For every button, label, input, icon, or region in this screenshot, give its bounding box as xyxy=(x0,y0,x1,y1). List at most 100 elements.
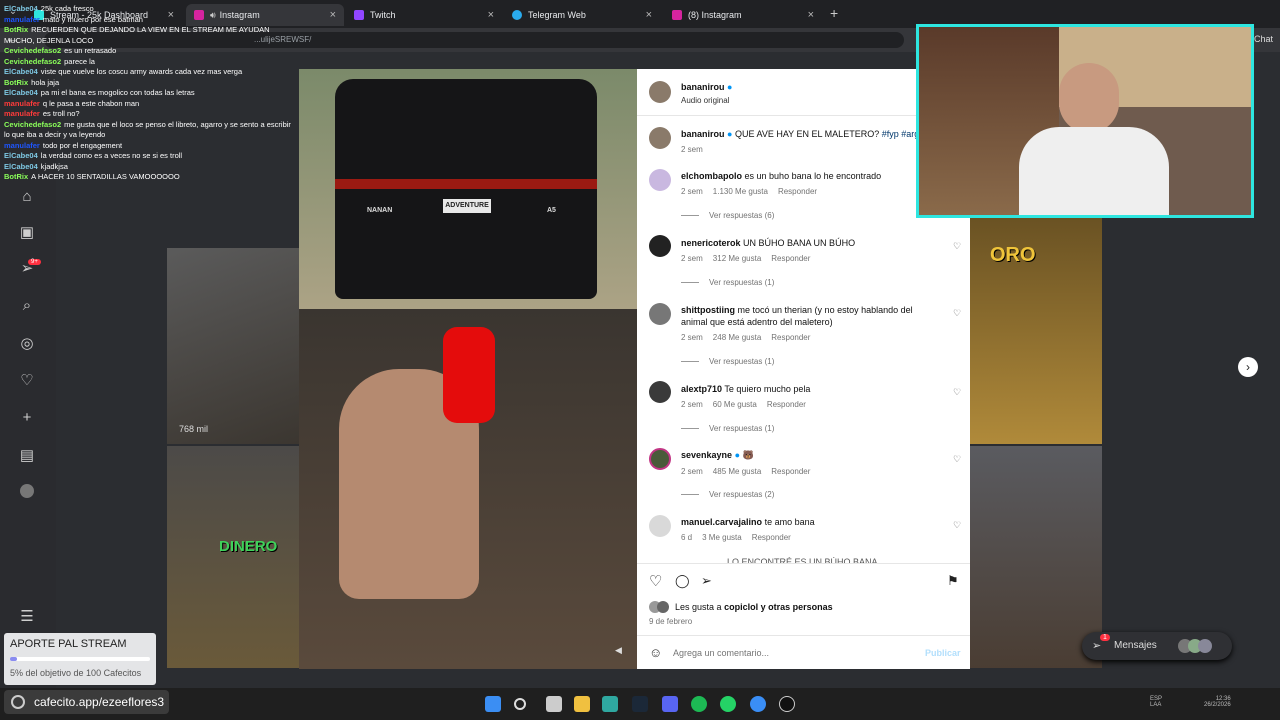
chat-text: viste que vuelve los coscu army awards c… xyxy=(40,67,243,76)
edge-icon[interactable] xyxy=(602,696,618,712)
post-date: 9 de febrero xyxy=(649,617,693,626)
avatar[interactable] xyxy=(649,81,671,103)
clock[interactable]: 12:36 26/2/2026 xyxy=(1204,696,1231,708)
chat-message: manulafer todo por el engagement xyxy=(4,141,294,152)
avatar[interactable] xyxy=(649,303,671,325)
dashboard-icon[interactable]: ▤ xyxy=(18,447,36,465)
obs-icon[interactable] xyxy=(779,696,795,712)
chat-text: kjadkjsa xyxy=(40,161,68,171)
like-icon[interactable]: ♡ xyxy=(952,454,962,464)
mute-icon[interactable]: ◀ xyxy=(615,645,622,656)
reply-link[interactable]: Responder xyxy=(771,333,810,342)
emoji-icon[interactable]: ☺ xyxy=(649,645,662,660)
likes-summary[interactable]: Les gusta a copiclol y otras personas xyxy=(675,602,833,612)
tab-twitch[interactable]: Twitch × xyxy=(346,4,502,26)
publish-button[interactable]: Publicar xyxy=(925,648,961,658)
menu-icon[interactable]: ☰ xyxy=(18,608,36,626)
post-author[interactable]: bananirou ● xyxy=(681,82,732,92)
like-icon[interactable]: ♡ xyxy=(952,308,962,318)
windows-start-icon[interactable] xyxy=(485,696,501,712)
view-replies-link[interactable]: Ver respuestas (1) xyxy=(681,357,774,366)
language-indicator[interactable]: ESP LAA xyxy=(1150,696,1162,708)
chat-text: es troll no? xyxy=(42,109,80,118)
avatar[interactable] xyxy=(649,381,671,403)
comment-text: sevenkayne ● 🐻 xyxy=(681,450,754,460)
chat-message: ElCabe04 la verdad como es a veces no se … xyxy=(4,151,294,162)
comment-icon[interactable]: ◯ xyxy=(675,573,690,589)
avatar[interactable] xyxy=(649,448,671,470)
next-post-button[interactable]: › xyxy=(1238,357,1258,377)
avatar[interactable] xyxy=(649,127,671,149)
windows-taskbar: ESP LAA 12:36 26/2/2026 xyxy=(0,688,1280,720)
search-icon[interactable] xyxy=(514,698,526,710)
comment-text: nenericoterok UN BÚHO BANA UN BÚHO xyxy=(681,238,856,248)
task-view-icon[interactable] xyxy=(546,696,562,712)
grid-tile[interactable]: 768 mil xyxy=(167,248,299,444)
spotify-icon[interactable] xyxy=(691,696,707,712)
reply-link[interactable]: Responder xyxy=(771,254,810,263)
progress-track xyxy=(10,657,150,661)
view-replies-link[interactable]: Ver respuestas (6) xyxy=(681,211,774,220)
close-icon[interactable]: × xyxy=(646,9,652,21)
chat-text: la verdad como es a veces no se si es tr… xyxy=(40,151,183,160)
chat-message: Cevichedefaso2 me gusta que el loco se pe… xyxy=(4,120,294,141)
reply-link[interactable]: Responder xyxy=(771,467,810,476)
like-icon[interactable]: ♡ xyxy=(952,387,962,397)
new-tab-icon[interactable]: + xyxy=(830,5,838,21)
reply-link[interactable]: Responder xyxy=(752,533,791,542)
heart-icon[interactable]: ♡ xyxy=(18,372,36,390)
view-replies-link[interactable]: Ver respuestas (2) xyxy=(681,490,774,499)
view-replies-link[interactable]: Ver respuestas (1) xyxy=(681,278,774,287)
divider xyxy=(637,563,970,564)
reel-video[interactable]: ADVENTURE NANAN A5 ◀ xyxy=(299,69,637,669)
chat-message: BotRix RECUERDEN QUE DEJANDO LA VIEW EN E… xyxy=(4,25,294,46)
avatar[interactable] xyxy=(649,235,671,257)
grid-tile[interactable] xyxy=(970,446,1102,668)
explore-icon[interactable]: ◎ xyxy=(18,335,36,353)
close-icon[interactable]: × xyxy=(330,9,336,21)
close-icon[interactable]: × xyxy=(488,9,494,21)
chat-message: manulafer mato y muero por ese batman xyxy=(4,15,294,26)
chat-message: ElCabe04 kjadkjsa xyxy=(4,162,294,173)
avatar xyxy=(1198,639,1212,653)
reply-link[interactable]: Responder xyxy=(778,187,817,196)
chat-text: es un retrasado xyxy=(64,46,117,55)
cafecito-url: cafecito.app/ezeeflores3 xyxy=(34,695,165,709)
close-icon[interactable]: × xyxy=(808,9,814,21)
whatsapp-icon[interactable] xyxy=(720,696,736,712)
like-icon[interactable]: ♡ xyxy=(952,241,962,251)
red-censor-block xyxy=(443,327,495,423)
create-icon[interactable]: + xyxy=(18,409,36,427)
chat-text: hola jaja xyxy=(31,77,60,87)
car-brand: NANAN xyxy=(367,207,393,214)
tab-instagram-2[interactable]: (8) Instagram × xyxy=(664,4,822,26)
save-icon[interactable]: ⚑ xyxy=(947,573,959,589)
file-explorer-icon[interactable] xyxy=(574,696,590,712)
like-icon[interactable]: ♡ xyxy=(952,520,962,530)
messages-label: Mensajes xyxy=(1114,640,1157,651)
chat-message: ElCabe04 25k cada fresco xyxy=(4,4,294,15)
view-replies-link[interactable]: Ver respuestas (1) xyxy=(681,424,774,433)
chat-message: BotRix A HACER 10 SENTADILLAS VAMOOOOOO xyxy=(4,172,294,183)
chat-text: RECUERDEN QUE DEJANDO LA VIEW EN EL STRE… xyxy=(4,25,270,45)
like-icon[interactable]: ♡ xyxy=(649,572,662,590)
reply-link[interactable]: Responder xyxy=(767,400,806,409)
grid-tile[interactable]: ORO xyxy=(970,218,1102,444)
messenger-icon[interactable] xyxy=(750,696,766,712)
avatar[interactable] xyxy=(649,169,671,191)
messages-button[interactable]: ➢ 1 Mensajes xyxy=(1082,632,1232,660)
audio-label[interactable]: Audio original xyxy=(681,96,729,105)
tab-telegram[interactable]: Telegram Web × xyxy=(504,4,660,26)
profile-avatar[interactable] xyxy=(20,484,34,498)
chat-username: Cevichedefaso2 xyxy=(4,56,62,66)
discord-icon[interactable] xyxy=(662,696,678,712)
grid-tile[interactable]: DINERO xyxy=(167,446,299,668)
chat-username: BotRix xyxy=(4,77,29,87)
license-plate: ADVENTURE xyxy=(443,199,491,213)
share-icon[interactable]: ➢ xyxy=(701,573,712,589)
search-icon[interactable]: ⌕ xyxy=(18,297,36,315)
chat-label[interactable]: Chat xyxy=(1254,34,1273,44)
avatar[interactable] xyxy=(649,515,671,537)
comment-input[interactable] xyxy=(673,645,913,661)
steam-icon[interactable] xyxy=(632,696,648,712)
